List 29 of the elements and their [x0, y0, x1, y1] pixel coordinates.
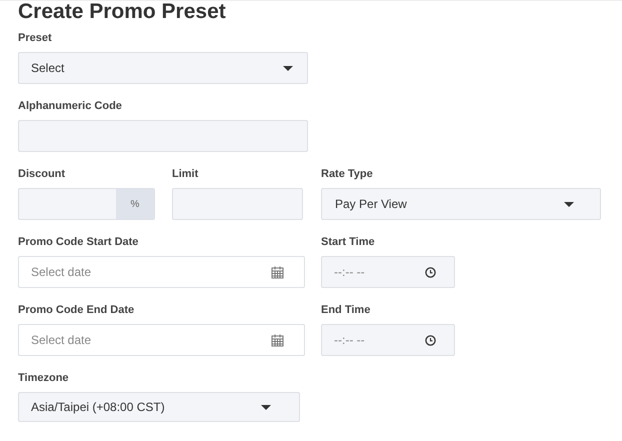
clock-icon — [425, 266, 436, 278]
field-label: Rate Type — [321, 168, 374, 181]
field-label: Start Time — [321, 236, 376, 249]
field-label: Limit — [172, 168, 200, 181]
caret-icon — [564, 202, 574, 206]
field-label: Promo Code End Date — [18, 304, 136, 317]
discount-field[interactable]: % — [18, 188, 155, 220]
calendar-icon — [271, 266, 284, 278]
caret-icon — [283, 66, 293, 70]
preset-dropdown[interactable]: Select — [18, 52, 308, 84]
input-field[interactable] — [172, 188, 303, 220]
field-label: Timezone — [18, 372, 70, 385]
time-field[interactable]: --:-- -- — [321, 324, 455, 356]
percent-addon: % — [116, 189, 154, 219]
timezone-dropdown[interactable]: Asia/Taipei (+08:00 CST) — [18, 392, 300, 422]
field-label: Alphanumeric Code — [18, 100, 123, 113]
input-field[interactable] — [18, 120, 308, 152]
field-label: Discount — [18, 168, 66, 181]
field-label: End Time — [321, 304, 372, 317]
page-title: Create Promo Preset — [18, 1, 227, 24]
field-label: Preset — [18, 32, 53, 45]
date-field[interactable]: Select date — [18, 256, 305, 288]
date-field[interactable]: Select date — [18, 324, 305, 356]
calendar-icon — [271, 334, 284, 346]
time-field[interactable]: --:-- -- — [321, 256, 455, 288]
clock-icon — [425, 334, 436, 346]
field-label: Promo Code Start Date — [18, 236, 140, 249]
caret-icon — [261, 404, 271, 410]
rate-type-dropdown[interactable]: Pay Per View — [321, 188, 601, 220]
